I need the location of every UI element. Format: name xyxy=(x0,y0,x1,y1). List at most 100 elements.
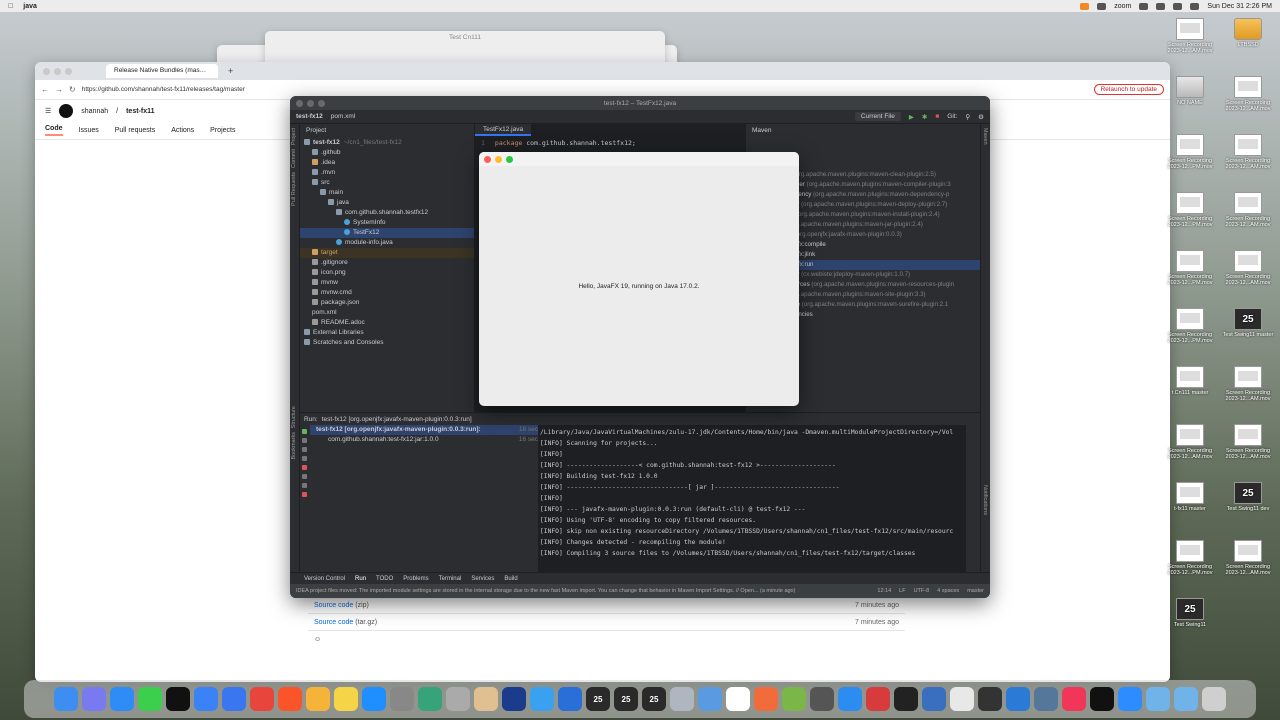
dock-app-textedit-icon[interactable] xyxy=(950,687,974,711)
zoom-light[interactable] xyxy=(318,99,325,107)
dock-app-zoom-icon[interactable] xyxy=(1118,687,1142,711)
minimize-light[interactable] xyxy=(307,99,314,107)
dock-app-music-icon[interactable] xyxy=(1062,687,1086,711)
tab-todo[interactable]: TODO xyxy=(376,576,393,582)
desktop-icon[interactable]: Screen Recording 2023-12...PM.mov xyxy=(1162,308,1218,344)
dock-app-app-store-icon[interactable] xyxy=(362,687,386,711)
tree-item[interactable]: mvnw xyxy=(300,278,474,288)
run-tree-root[interactable]: test-fx12 [org.openjfx:javafx-maven-plug… xyxy=(310,425,538,435)
minimize-light[interactable] xyxy=(54,67,61,75)
tree-item[interactable]: SystemInfo xyxy=(300,218,474,228)
maven-goal[interactable]: (org.apache.maven.plugins:maven-jar-plug… xyxy=(786,220,980,230)
tree-item[interactable]: target xyxy=(300,248,474,258)
new-tab-icon[interactable]: + xyxy=(228,66,233,76)
tree-item[interactable]: .mvn xyxy=(300,168,474,178)
dock-app-storage-icon[interactable] xyxy=(922,687,946,711)
dock-app-pen-icon[interactable] xyxy=(754,687,778,711)
dock-app-cam-icon[interactable] xyxy=(810,687,834,711)
dock-app-git-icon[interactable] xyxy=(418,687,442,711)
tree-item[interactable]: .gitignore xyxy=(300,258,474,268)
strip-maven[interactable]: Maven xyxy=(982,128,988,145)
forward-icon[interactable]: → xyxy=(55,85,63,94)
dock-app-sim-icon[interactable] xyxy=(558,687,582,711)
desktop-icon[interactable]: Screen Recording 2023-12...AM.mov xyxy=(1220,76,1276,112)
desktop-icon[interactable]: 25 Test Swing11 master xyxy=(1220,308,1276,338)
project-name[interactable]: test-fx12 xyxy=(296,113,323,120)
status-branch[interactable]: master xyxy=(967,588,984,594)
desktop-icon[interactable]: t Cn111 master xyxy=(1162,366,1218,396)
project-pane-title[interactable]: Project xyxy=(306,127,326,134)
strip-notifications[interactable]: Notifications xyxy=(982,485,988,515)
status-position[interactable]: 12:14 xyxy=(877,588,891,594)
battery-icon[interactable] xyxy=(1156,2,1166,10)
maven-pane-title[interactable]: Maven xyxy=(752,127,772,134)
status-icon[interactable] xyxy=(1097,2,1107,10)
desktop-icon[interactable]: 25 Test Swing11 xyxy=(1162,598,1218,628)
desktop-icon[interactable]: Screen Recording 2023-12...AM.mov xyxy=(1220,366,1276,402)
asset-link[interactable]: Source code xyxy=(314,619,353,626)
tree-item[interactable]: TestFx12 xyxy=(300,228,474,238)
tab-terminal[interactable]: Terminal xyxy=(439,576,462,582)
maven-goal[interactable]: oloy (org.apache.maven.plugins:maven-dep… xyxy=(786,200,980,210)
dock-app-noentry-icon[interactable] xyxy=(866,687,890,711)
tab-code[interactable]: Code xyxy=(45,125,63,136)
console-output[interactable]: /Library/Java/JavaVirtualMachines/zulu-1… xyxy=(538,425,966,572)
dock-app-bridge-icon[interactable] xyxy=(1034,687,1058,711)
dock-app-compass-icon[interactable] xyxy=(838,687,862,711)
dock-app-xcode-icon[interactable] xyxy=(530,687,554,711)
tree-item[interactable]: README.adoc xyxy=(300,318,474,328)
desktop-icon[interactable]: Screen Recording 2023-12...AM.mov xyxy=(1220,540,1276,576)
desktop-icon[interactable]: Screen Recording 2023-12...AM.mov xyxy=(1220,424,1276,460)
tree-item[interactable]: External Libraries xyxy=(300,328,474,338)
dock-app-notes-icon[interactable] xyxy=(334,687,358,711)
wifi-icon[interactable] xyxy=(1139,2,1149,10)
filter-icon[interactable] xyxy=(302,447,307,452)
status-message[interactable]: IDEA project files moved: The imported m… xyxy=(296,588,869,594)
relaunch-button[interactable]: Relaunch to update xyxy=(1093,84,1164,95)
maven-goal[interactable]: sources (org.apache.maven.plugins:maven-… xyxy=(786,280,980,290)
strip-bookmarks[interactable]: Bookmarks xyxy=(291,432,297,460)
dock-app-trash-icon[interactable] xyxy=(1202,687,1226,711)
asset-link[interactable]: Source code xyxy=(314,602,353,609)
close-light[interactable] xyxy=(296,99,303,107)
dock-app-t-icon[interactable] xyxy=(670,687,694,711)
tab-projects[interactable]: Projects xyxy=(210,127,235,134)
dock-app-safari-icon[interactable] xyxy=(110,687,134,711)
maven-goal[interactable]: endency (org.apache.maven.plugins:maven-… xyxy=(786,190,980,200)
desktop-icon[interactable]: Screen Recording 2023-12...PM.mov xyxy=(1162,540,1218,576)
maven-goal[interactable]: efire (org.apache.maven.plugins:maven-su… xyxy=(786,300,980,310)
menu-app-name[interactable]: java xyxy=(23,3,37,10)
eye-icon[interactable] xyxy=(302,474,307,479)
pom-breadcrumb[interactable]: pom.xml xyxy=(331,113,356,120)
dock-app-25a-icon[interactable]: 25 xyxy=(586,687,610,711)
dock-app-finder-icon[interactable] xyxy=(54,687,78,711)
desktop-icon[interactable]: Screen Recording 2023-12...PM.mov xyxy=(1162,134,1218,170)
tab-issues[interactable]: Issues xyxy=(79,127,99,134)
dock-app-settings-icon[interactable] xyxy=(390,687,414,711)
zoom-light[interactable] xyxy=(65,67,72,75)
close-light[interactable] xyxy=(43,67,50,75)
back-icon[interactable]: ← xyxy=(41,85,49,94)
tree-item[interactable]: src xyxy=(300,178,474,188)
editor-tab[interactable]: TestFx12.java xyxy=(475,124,532,136)
repo-owner[interactable]: shannah xyxy=(81,108,108,115)
zoom-light[interactable] xyxy=(506,155,513,163)
pin-icon[interactable] xyxy=(302,438,307,443)
tab-pull-requests[interactable]: Pull requests xyxy=(115,127,155,134)
tab-actions[interactable]: Actions xyxy=(171,127,194,134)
dock-app-snake-icon[interactable] xyxy=(782,687,806,711)
desktop-icon[interactable]: Screen Recording 2023-12...PM.mov xyxy=(1162,192,1218,228)
tree-item[interactable]: main xyxy=(300,188,474,198)
status-line-ending[interactable]: LF xyxy=(899,588,905,594)
tree-item[interactable]: module-info.java xyxy=(300,238,474,248)
tree-item[interactable]: mvnw.cmd xyxy=(300,288,474,298)
search-icon[interactable] xyxy=(1173,2,1183,10)
maven-goal[interactable]: mpiler (org.apache.maven.plugins:maven-c… xyxy=(786,180,980,190)
dock-app-brave-icon[interactable] xyxy=(278,687,302,711)
run-config-select[interactable]: Current File xyxy=(854,112,901,121)
dock-app-signal-icon[interactable] xyxy=(222,687,246,711)
settings-icon[interactable]: ⚙ xyxy=(978,113,984,121)
minimize-light[interactable] xyxy=(495,155,502,163)
url-field[interactable]: https://github.com/shannah/test-fx11/rel… xyxy=(82,86,262,93)
github-logo-icon[interactable] xyxy=(59,104,74,118)
